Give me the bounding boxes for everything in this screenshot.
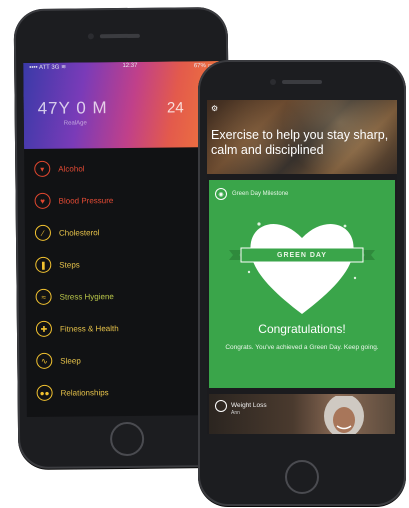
- menu-item-blood-pressure[interactable]: ♥ Blood Pressure: [24, 183, 220, 217]
- people-icon: ●●: [36, 384, 53, 401]
- front-camera: [270, 79, 276, 85]
- menu-item-label: Fitness & Health: [59, 323, 119, 334]
- card-header-label: Green Day Milestone: [232, 191, 289, 197]
- header-banner: ⚙ Exercise to help you stay sharp, calm …: [207, 100, 397, 174]
- ribbon-label: GREEN DAY: [277, 251, 327, 259]
- wave-icon: ≈: [35, 288, 52, 305]
- hero-caption: RealAge: [63, 120, 87, 127]
- dumbbell-icon: ✚: [35, 320, 53, 337]
- congrats-title: Congratulations!: [258, 322, 346, 336]
- carrier-label: •••• ATT 3G ≋: [29, 64, 67, 71]
- status-bar: •••• ATT 3G ≋ 12:37 67% ▭: [23, 61, 219, 73]
- menu-item-label: Cholesterol: [58, 227, 100, 238]
- glass-icon: ▾: [34, 160, 51, 177]
- congrats-message: Congrats. You've achieved a Green Day. K…: [225, 344, 379, 351]
- hero-secondary-value: 24: [166, 99, 184, 117]
- photo-card-label: Weight Loss: [231, 402, 267, 409]
- card-header: ◉ Green Day Milestone: [215, 188, 288, 200]
- speaker-grille: [282, 80, 322, 84]
- home-button[interactable]: [109, 421, 145, 457]
- screen-back: •••• ATT 3G ≋ 12:37 67% ▭ 47Y 0 M 24 Rea…: [23, 60, 223, 418]
- slash-icon: ⁄: [34, 224, 52, 241]
- category-menu: ▾ Alcohol ♥ Blood Pressure ⁄ Cholesterol…: [24, 151, 223, 409]
- menu-item-relationships[interactable]: ●● Relationships: [26, 375, 222, 409]
- portrait-figure: [324, 396, 364, 434]
- menu-item-sleep[interactable]: ∿ Sleep: [26, 343, 222, 377]
- gear-icon[interactable]: ⚙: [211, 104, 218, 113]
- heart-pulse-icon: ♥: [34, 192, 51, 209]
- menu-item-fitness-health[interactable]: ✚ Fitness & Health: [26, 311, 222, 345]
- weight-loss-card[interactable]: Weight Loss Ann: [209, 394, 395, 434]
- milestone-icon: ◉: [215, 188, 227, 200]
- weight-loss-icon: [215, 400, 227, 412]
- menu-item-label: Stress Hygiene: [59, 291, 114, 302]
- menu-item-label: Alcohol: [58, 163, 85, 174]
- front-camera: [87, 33, 94, 40]
- heart-icon: [247, 222, 357, 314]
- banner-text: Exercise to help you stay sharp, calm an…: [211, 128, 389, 157]
- pulse-icon: ∿: [36, 352, 53, 369]
- speaker-grille: [99, 33, 140, 39]
- ribbon-label-wrap: GREEN DAY: [229, 246, 375, 264]
- menu-item-alcohol[interactable]: ▾ Alcohol: [24, 151, 220, 185]
- menu-item-steps[interactable]: ❚ Steps: [25, 247, 221, 281]
- screen-front: ⚙ Exercise to help you stay sharp, calm …: [207, 100, 397, 434]
- hero-panel: •••• ATT 3G ≋ 12:37 67% ▭ 47Y 0 M 24 Rea…: [23, 60, 221, 150]
- photo-card-sub: Ann: [231, 410, 240, 416]
- status-time: 12:37: [122, 62, 138, 69]
- menu-item-label: Relationships: [60, 387, 109, 398]
- menu-item-stress-hygiene[interactable]: ≈ Stress Hygiene: [25, 279, 221, 313]
- menu-item-label: Blood Pressure: [58, 195, 114, 206]
- menu-item-label: Sleep: [60, 355, 81, 366]
- milestone-card[interactable]: ◉ Green Day Milestone GREEN DAY Congratu…: [209, 180, 395, 388]
- phone-front: ⚙ Exercise to help you stay sharp, calm …: [198, 60, 406, 506]
- footsteps-icon: ❚: [35, 256, 52, 273]
- menu-item-cholesterol[interactable]: ⁄ Cholesterol: [25, 215, 221, 249]
- home-button[interactable]: [285, 460, 319, 494]
- hero-primary-value: 47Y 0 M: [37, 98, 108, 118]
- menu-item-label: Steps: [59, 259, 80, 270]
